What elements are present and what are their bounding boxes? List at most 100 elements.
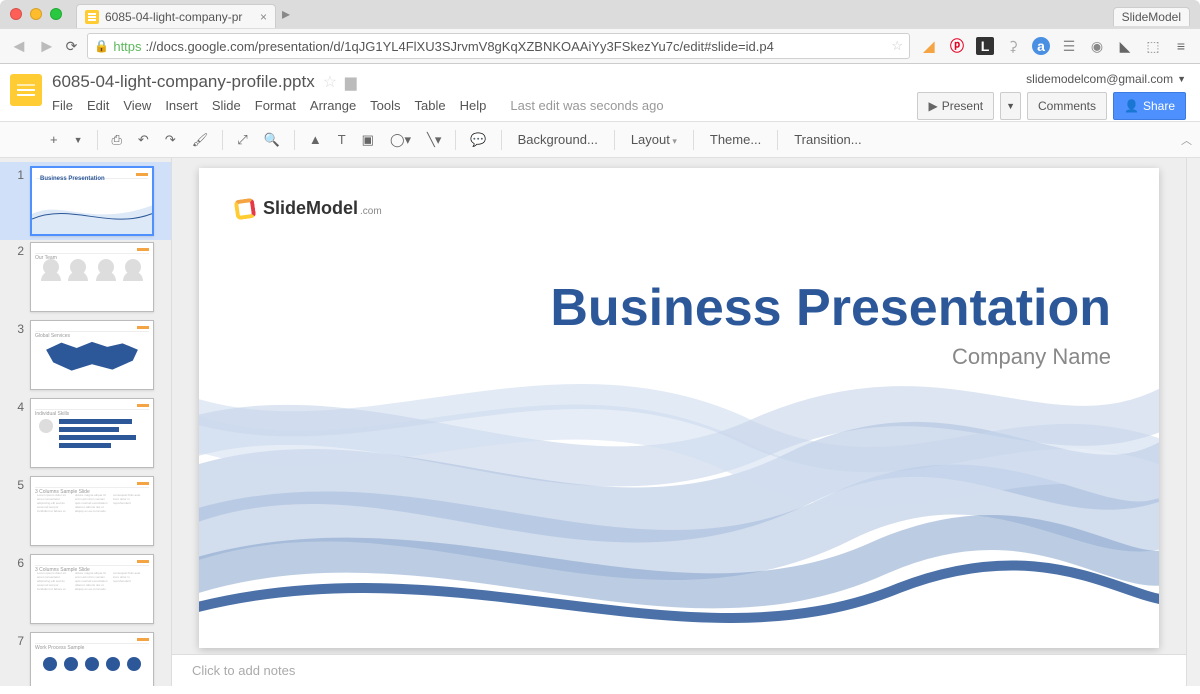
line-icon[interactable]: ╲▾	[421, 128, 447, 152]
maximize-window-icon[interactable]	[50, 8, 62, 20]
extension-panel-label[interactable]: SlideModel	[1113, 7, 1190, 26]
slidemodel-logo: SlideModel.com	[235, 198, 382, 219]
thumb-number: 4	[10, 398, 24, 468]
move-folder-icon[interactable]: ▆	[345, 73, 357, 91]
menu-slide[interactable]: Slide	[212, 98, 241, 113]
speaker-notes[interactable]: Click to add notes	[172, 654, 1186, 686]
paint-format-icon[interactable]: 🖌	[186, 128, 215, 152]
menu-insert[interactable]: Insert	[165, 98, 198, 113]
star-doc-icon[interactable]: ☆	[323, 72, 337, 92]
share-label: Share	[1143, 99, 1175, 113]
transition-button[interactable]: Transition...	[786, 128, 869, 151]
vertical-scrollbar[interactable]	[1186, 158, 1200, 686]
textbox-icon[interactable]: T	[332, 128, 352, 151]
thumb-number: 2	[10, 242, 24, 312]
chevron-down-icon: ▼	[1006, 101, 1015, 111]
chrome-menu-icon[interactable]: ≡	[1172, 37, 1190, 55]
comments-button[interactable]: Comments	[1027, 92, 1107, 120]
ext-a-icon[interactable]: a	[1032, 37, 1050, 55]
thumbnail-5[interactable]: 3 Columns Sample Slide Lorem ipsum dolor…	[30, 476, 154, 546]
present-button[interactable]: ▶ Present	[917, 92, 994, 120]
thumbnail-row[interactable]: 4 Individual Skills	[0, 396, 171, 474]
ext-l-icon[interactable]: L	[976, 37, 994, 55]
canvas-area: SlideModel.com Business Presentation Com…	[172, 158, 1186, 686]
chevron-down-icon: ▼	[1177, 74, 1186, 84]
wave-graphic	[199, 328, 1159, 648]
logo-text: SlideModel	[263, 198, 358, 219]
main-area: 1 Business Presentation 2 Our Team 3 Glo…	[0, 158, 1200, 686]
thumbnail-row[interactable]: 7 Work Process Sample	[0, 630, 171, 686]
notes-placeholder: Click to add notes	[192, 663, 295, 678]
menu-edit[interactable]: Edit	[87, 98, 109, 113]
slide[interactable]: SlideModel.com Business Presentation Com…	[199, 168, 1159, 648]
menu-table[interactable]: Table	[415, 98, 446, 113]
ext-pocket-icon[interactable]: ◣	[1116, 37, 1134, 55]
minimize-window-icon[interactable]	[30, 8, 42, 20]
zoom-icon[interactable]: 🔍	[258, 128, 286, 152]
present-label: Present	[942, 99, 983, 113]
menu-arrange[interactable]: Arrange	[310, 98, 356, 113]
lock-icon: 🔒	[94, 39, 109, 53]
new-slide-dropdown[interactable]: ▼	[68, 131, 89, 149]
thumbnail-strip[interactable]: 1 Business Presentation 2 Our Team 3 Glo…	[0, 158, 172, 686]
url-path: ://docs.google.com/presentation/d/1qJG1Y…	[146, 39, 774, 54]
new-tab-icon[interactable]: ▸	[282, 4, 290, 24]
undo-icon[interactable]: ↶	[132, 128, 155, 152]
close-tab-icon[interactable]: ×	[260, 10, 267, 24]
account-menu[interactable]: slidemodelcom@gmail.com ▼	[1026, 72, 1186, 86]
menu-file[interactable]: File	[52, 98, 73, 113]
ext-analytics-icon[interactable]: ◢	[920, 37, 938, 55]
slide-canvas[interactable]: SlideModel.com Business Presentation Com…	[172, 158, 1186, 654]
ext-pinterest-icon[interactable]: ⓟ	[948, 37, 966, 55]
tab-title: 6085-04-light-company-pr	[105, 10, 242, 24]
thumb-number: 7	[10, 632, 24, 686]
present-dropdown-button[interactable]: ▼	[1000, 92, 1021, 120]
user-email-label: slidemodelcom@gmail.com	[1026, 72, 1173, 86]
layout-button[interactable]: Layout	[623, 128, 685, 151]
thumbnail-2[interactable]: Our Team	[30, 242, 154, 312]
ext-shield-icon[interactable]: ⬚	[1144, 37, 1162, 55]
thumbnail-row[interactable]: 5 3 Columns Sample Slide Lorem ipsum dol…	[0, 474, 171, 552]
menu-tools[interactable]: Tools	[370, 98, 400, 113]
thumbnail-6[interactable]: 3 Columns Sample Slide Lorem ipsum dolor…	[30, 554, 154, 624]
back-icon[interactable]: ◄	[10, 36, 28, 57]
new-slide-button[interactable]: +	[44, 128, 64, 151]
thumbnail-row[interactable]: 2 Our Team	[0, 240, 171, 318]
menu-help[interactable]: Help	[460, 98, 487, 113]
last-edit-label[interactable]: Last edit was seconds ago	[510, 98, 663, 113]
menu-bar: File Edit View Insert Slide Format Arran…	[52, 92, 917, 121]
address-bar: ◄ ► ⟳ 🔒 https://docs.google.com/presenta…	[0, 28, 1200, 64]
print-icon[interactable]: ⎙	[106, 128, 128, 152]
select-icon[interactable]: ▲	[303, 128, 328, 151]
forward-icon: ►	[38, 36, 56, 57]
thumbnail-4[interactable]: Individual Skills	[30, 398, 154, 468]
share-button[interactable]: 👤 Share	[1113, 92, 1186, 120]
slides-logo[interactable]	[8, 72, 44, 120]
bookmark-star-icon[interactable]: ☆	[891, 38, 903, 54]
ext-brush-icon[interactable]: ⚳	[1004, 37, 1022, 55]
thumbnail-row[interactable]: 6 3 Columns Sample Slide Lorem ipsum dol…	[0, 552, 171, 630]
ext-buffer-icon[interactable]: ☰	[1060, 37, 1078, 55]
comment-toolbar-icon[interactable]: 💬	[464, 128, 492, 152]
redo-icon[interactable]: ↷	[159, 128, 182, 152]
menu-format[interactable]: Format	[255, 98, 296, 113]
url-input[interactable]: 🔒 https://docs.google.com/presentation/d…	[87, 33, 910, 59]
theme-button[interactable]: Theme...	[702, 128, 769, 151]
thumbnail-row[interactable]: 3 Global Services	[0, 318, 171, 396]
background-button[interactable]: Background...	[510, 128, 606, 151]
reload-icon[interactable]: ⟳	[66, 38, 78, 55]
fit-icon[interactable]: ⤢	[231, 128, 253, 152]
collapse-toolbar-icon[interactable]: ︿	[1181, 132, 1192, 148]
thumbnail-row[interactable]: 1 Business Presentation	[0, 162, 171, 240]
logo-mark-icon	[234, 197, 257, 220]
doc-title[interactable]: 6085-04-light-company-profile.pptx	[52, 72, 315, 92]
ext-globe-icon[interactable]: ◉	[1088, 37, 1106, 55]
close-window-icon[interactable]	[10, 8, 22, 20]
menu-view[interactable]: View	[123, 98, 151, 113]
thumbnail-7[interactable]: Work Process Sample	[30, 632, 154, 686]
shape-icon[interactable]: ◯▾	[384, 128, 417, 152]
thumbnail-3[interactable]: Global Services	[30, 320, 154, 390]
image-icon[interactable]: ▣	[356, 128, 380, 152]
browser-tab[interactable]: 6085-04-light-company-pr ×	[76, 4, 276, 28]
thumbnail-1[interactable]: Business Presentation	[30, 166, 154, 236]
